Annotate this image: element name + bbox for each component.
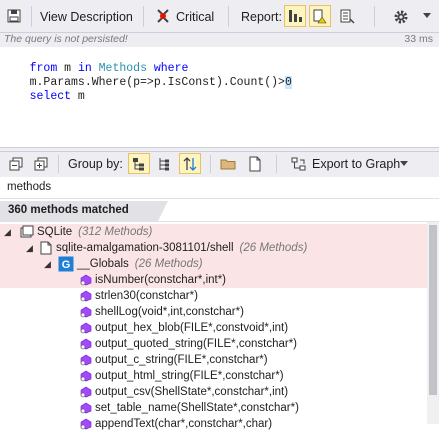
group-by-label: Group by: bbox=[68, 157, 123, 171]
method-row[interactable]: set_table_name(ShellState*,constchar*) bbox=[80, 400, 299, 416]
critical-icon bbox=[155, 8, 171, 24]
method-icon bbox=[80, 386, 92, 398]
results-scrollbar-thumb[interactable] bbox=[429, 225, 437, 395]
method-row[interactable]: strlen30(constchar*) bbox=[80, 288, 198, 304]
method-icon bbox=[80, 274, 92, 286]
tree-node-root[interactable]: SQLite (312 Methods) bbox=[20, 224, 152, 240]
method-icon bbox=[80, 290, 92, 302]
tree-node-count: (26 Methods) bbox=[239, 242, 308, 254]
method-row[interactable]: output_quoted_string(FILE*,constchar*) bbox=[80, 336, 297, 352]
group-by-tree-button[interactable] bbox=[128, 153, 150, 174]
expand-all-button[interactable] bbox=[32, 155, 50, 173]
method-label: output_html_string(FILE*,constchar*) bbox=[95, 370, 284, 382]
method-row[interactable]: output_html_string(FILE*,constchar*) bbox=[80, 368, 284, 384]
tree-node-label: SQLite bbox=[37, 226, 73, 238]
toolbar-separator bbox=[31, 6, 32, 27]
assembly-icon bbox=[20, 225, 34, 238]
results-search-field[interactable] bbox=[0, 177, 439, 199]
expand-arrow-icon[interactable]: ◢ bbox=[44, 259, 51, 270]
method-icon bbox=[80, 402, 92, 414]
toolbar-separator bbox=[276, 155, 277, 173]
settings-button[interactable] bbox=[392, 8, 410, 26]
method-row[interactable]: shellLog(void*,int,constchar*) bbox=[80, 304, 244, 320]
tree-node-label: sqlite-amalgamation-3081101/shell bbox=[56, 242, 234, 254]
folder-button[interactable] bbox=[219, 155, 237, 173]
export-dropdown-chevron-icon[interactable] bbox=[399, 160, 409, 168]
report-list-button[interactable] bbox=[336, 5, 358, 27]
method-row[interactable]: output_hex_blob(FILE*,constvoid*,int) bbox=[80, 320, 288, 336]
matched-count-label: 360 methods matched bbox=[8, 204, 129, 216]
sort-icon bbox=[183, 156, 197, 171]
code-line-3: select m bbox=[2, 76, 85, 118]
file-button[interactable] bbox=[246, 155, 264, 173]
code-token-highlighted: 0 bbox=[284, 76, 292, 89]
toolbar-separator bbox=[374, 6, 375, 27]
view-description-button[interactable]: View Description bbox=[40, 10, 133, 24]
svg-text:G: G bbox=[62, 259, 71, 271]
collapse-all-button[interactable] bbox=[7, 155, 25, 173]
save-icon bbox=[7, 9, 21, 23]
method-label: appendText(char*,constchar*,char) bbox=[95, 418, 273, 430]
tree-node-count: (312 Methods) bbox=[78, 226, 153, 238]
bar-chart-icon bbox=[289, 10, 302, 22]
export-to-graph-button[interactable]: Export to Graph bbox=[312, 157, 400, 171]
group-by-sort-button[interactable] bbox=[179, 153, 201, 174]
expand-arrow-icon[interactable]: ◢ bbox=[4, 227, 11, 238]
hierarchy-icon bbox=[159, 157, 169, 170]
results-tree: ◢ SQLite (312 Methods) ◢ sqlite-amalgamat… bbox=[0, 222, 439, 430]
results-search-input[interactable]: methods bbox=[7, 181, 51, 193]
method-row[interactable]: output_csv(ShellState*,constchar*,int) bbox=[80, 384, 288, 400]
tree-node-label: __Globals bbox=[77, 258, 129, 270]
toolbar-separator bbox=[228, 6, 229, 27]
expand-arrow-icon[interactable]: ◢ bbox=[26, 243, 33, 254]
namespace-icon: G bbox=[58, 256, 74, 272]
gear-icon bbox=[394, 10, 408, 24]
method-row[interactable]: appendText(char*,constchar*,char) bbox=[80, 416, 272, 432]
query-status-message: The query is not persisted! bbox=[4, 33, 128, 45]
folder-icon bbox=[220, 159, 236, 170]
method-label: output_hex_blob(FILE*,constvoid*,int) bbox=[95, 322, 289, 334]
method-label: shellLog(void*,int,constchar*) bbox=[95, 306, 244, 318]
query-duration: 33 ms bbox=[404, 33, 433, 45]
critical-button[interactable]: Critical bbox=[176, 10, 214, 24]
tree-node-namespace[interactable]: G __Globals (26 Methods) bbox=[58, 256, 203, 272]
tree-node-file[interactable]: sqlite-amalgamation-3081101/shell (26 Met… bbox=[40, 240, 307, 256]
export-graph-icon bbox=[290, 155, 308, 173]
report-warning-icon bbox=[313, 9, 327, 24]
toolbar-separator bbox=[143, 6, 144, 27]
tree-icon bbox=[133, 157, 144, 170]
method-row[interactable]: output_c_string(FILE*,constchar*) bbox=[80, 352, 268, 368]
report-bar-chart-button[interactable] bbox=[284, 5, 306, 27]
expand-all-icon bbox=[34, 157, 48, 171]
keyword-select: select bbox=[29, 90, 72, 103]
report-warning-button[interactable] bbox=[309, 5, 331, 27]
method-label: isNumber(constchar*,int*) bbox=[95, 274, 227, 286]
method-row[interactable]: isNumber(constchar*,int*) bbox=[80, 272, 226, 288]
method-label: output_csv(ShellState*,constchar*,int) bbox=[95, 386, 289, 398]
chevron-down-icon[interactable] bbox=[422, 11, 432, 21]
file-icon bbox=[249, 156, 261, 172]
file-icon bbox=[40, 241, 52, 255]
toolbar-separator bbox=[210, 155, 211, 173]
toolbar-separator bbox=[58, 155, 59, 173]
report-list-icon bbox=[340, 9, 355, 24]
query-editor[interactable]: from m in Methods where m.Params.Where(p… bbox=[0, 47, 439, 147]
method-icon bbox=[80, 338, 92, 350]
method-icon bbox=[80, 306, 92, 318]
method-label: set_table_name(ShellState*,constchar*) bbox=[95, 402, 299, 414]
method-icon bbox=[80, 418, 92, 430]
method-icon bbox=[80, 370, 92, 382]
tree-node-count: (26 Methods) bbox=[134, 258, 203, 270]
save-button[interactable] bbox=[6, 8, 22, 24]
code-token: m bbox=[71, 90, 85, 103]
method-icon bbox=[80, 322, 92, 334]
report-label: Report: bbox=[241, 10, 282, 24]
method-label: strlen30(constchar*) bbox=[95, 290, 198, 302]
collapse-all-icon bbox=[9, 157, 23, 171]
method-label: output_quoted_string(FILE*,constchar*) bbox=[95, 338, 298, 350]
method-icon bbox=[80, 354, 92, 366]
method-label: output_c_string(FILE*,constchar*) bbox=[95, 354, 268, 366]
group-by-hierarchy-button[interactable] bbox=[153, 153, 175, 174]
